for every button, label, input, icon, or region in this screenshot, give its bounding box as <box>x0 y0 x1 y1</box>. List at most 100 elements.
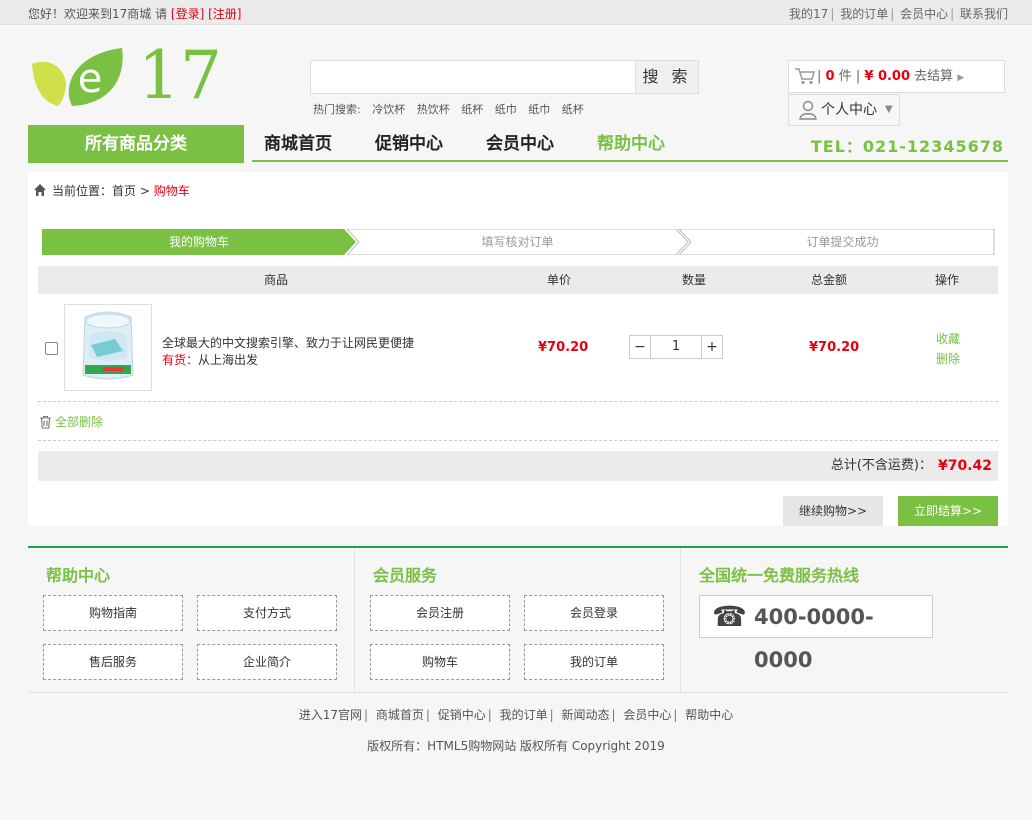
nav-help[interactable]: 帮助中心 <box>597 125 665 161</box>
hot-word[interactable]: 纸巾 <box>495 103 517 116</box>
checkout-steps: 我的购物车 填写核对订单 订单提交成功 <box>42 229 996 255</box>
member-orders[interactable]: 我的订单 <box>524 644 664 680</box>
phone-number: TEL：021-12345678 <box>810 137 1004 156</box>
stock-info: 有货：从上海出发 <box>162 351 258 368</box>
footer-services: 帮助中心 购物指南 支付方式 售后服务 企业简介 会员服务 会员注册 会员登录 … <box>28 546 1008 693</box>
continue-shopping-button[interactable]: 继续购物>> <box>783 496 883 526</box>
mini-cart[interactable]: | 0 件 | ¥ 0.00 去结算 ▶ <box>788 60 1005 93</box>
top-links: 我的17 | 我的订单 | 会员中心 | 联系我们 <box>789 7 1008 21</box>
delete-all-button[interactable]: 全部删除 <box>39 414 103 430</box>
hot-searches: 热门搜索: 冷饮杯 热饮杯 纸杯 纸巾 纸巾 纸杯 <box>313 101 592 117</box>
product-image[interactable] <box>64 304 152 391</box>
favorite-link[interactable]: 收藏 <box>936 330 960 347</box>
footer-link[interactable]: 促销中心 <box>438 708 486 722</box>
leaf-logo-icon: e <box>32 48 123 106</box>
footer-member-column: 会员服务 会员注册 会员登录 购物车 我的订单 <box>354 548 680 693</box>
hot-word[interactable]: 纸杯 <box>461 103 483 116</box>
footer-help-title: 帮助中心 <box>46 566 111 585</box>
footer-link[interactable]: 会员中心 <box>623 708 671 722</box>
footer-link[interactable]: 进入17官网 <box>299 708 362 722</box>
qty-increase-button[interactable]: + <box>701 336 722 358</box>
unit-price: ¥70.20 <box>538 340 589 355</box>
footer-hotline-column: 全国统一免费服务热线 ☎ 400-0000-0000 <box>680 548 1008 693</box>
user-center-label: 个人中心 <box>821 102 877 118</box>
hot-word[interactable]: 纸杯 <box>562 103 584 116</box>
cart-amount: ¥ 0.00 <box>864 69 911 84</box>
cart-count: 0 <box>825 69 835 84</box>
greeting: 您好！欢迎来到17商城 请 <box>28 7 168 21</box>
phone-icon: ☎ <box>712 600 747 633</box>
copyright: 版权所有：HTML5购物网站 版权所有 Copyright 2019 <box>367 739 665 753</box>
footer-link[interactable]: 新闻动态 <box>562 708 610 722</box>
footer-links: 进入17官网 | 商城首页 | 促销中心 | 我的订单 | 新闻动态 | 会员中心 | 帮助… <box>298 708 734 722</box>
caret-right-icon: ▶ <box>957 73 965 83</box>
table-row: 全球最大的中文搜索引擎、致力于让网民更便捷 有货：从上海出发 ¥70.20 − … <box>38 294 998 402</box>
qty-input[interactable]: 1 <box>651 336 701 358</box>
hot-word[interactable]: 冷饮杯 <box>372 103 405 116</box>
search-input[interactable] <box>311 61 635 93</box>
welcome-text: 您好！欢迎来到17商城 请 [登录] [注册] <box>28 5 242 22</box>
step-order-done: 订单提交成功 <box>806 235 879 249</box>
cart-icon <box>795 68 815 85</box>
logo-number: 17 <box>138 37 222 114</box>
login-link[interactable]: [登录] <box>171 7 204 21</box>
member-register[interactable]: 会员注册 <box>370 595 510 631</box>
help-shopping-guide[interactable]: 购物指南 <box>43 595 183 631</box>
member-login[interactable]: 会员登录 <box>524 595 664 631</box>
cart-panel: 当前位置：首页 > 购物车 我的购物车 填写核对订单 订单提交成功 商品 单价 … <box>28 172 1008 526</box>
mini-cart-text: | 0 件 | ¥ 0.00 去结算 ▶ <box>817 69 965 84</box>
col-price: 单价 <box>547 273 572 287</box>
user-center-dropdown[interactable]: 个人中心 ▼ <box>788 94 900 126</box>
footer-help-column: 帮助中心 购物指南 支付方式 售后服务 企业简介 <box>28 548 354 693</box>
help-payment[interactable]: 支付方式 <box>197 595 337 631</box>
home-icon <box>34 184 46 196</box>
footer-hotline-title: 全国统一免费服务热线 <box>699 566 860 585</box>
cup-pack-icon <box>65 305 151 390</box>
checkout-button[interactable]: 立即结算>> <box>898 496 998 526</box>
row-total: ¥70.20 <box>809 340 860 355</box>
hot-word[interactable]: 热饮杯 <box>417 103 450 116</box>
product-name[interactable]: 全球最大的中文搜索引擎、致力于让网民更便捷 <box>162 334 414 351</box>
help-after-sales[interactable]: 售后服务 <box>43 644 183 680</box>
cart-checkout-link[interactable]: 去结算 <box>914 69 953 84</box>
nav-member[interactable]: 会员中心 <box>486 125 554 161</box>
summary-value: ¥70.42 <box>937 458 992 474</box>
user-icon <box>799 100 817 120</box>
top-link-orders[interactable]: 我的订单 <box>840 7 888 21</box>
trash-icon <box>40 415 51 429</box>
select-checkbox[interactable] <box>45 342 58 355</box>
summary-bar: 总计(不含运费)： ¥70.42 <box>38 451 998 481</box>
top-bar: 您好！欢迎来到17商城 请 [登录] [注册] 我的17 | 我的订单 | 会员中心… <box>0 0 1032 25</box>
member-cart[interactable]: 购物车 <box>370 644 510 680</box>
col-ops: 操作 <box>935 273 960 287</box>
footer-link[interactable]: 商城首页 <box>376 708 424 722</box>
top-link-member[interactable]: 会员中心 <box>900 7 948 21</box>
hotline-box: ☎ 400-0000-0000 <box>699 595 933 672</box>
breadcrumb: 当前位置：首页 > 购物车 <box>33 182 190 200</box>
col-qty: 数量 <box>682 273 707 287</box>
search-button[interactable]: 搜 索 <box>635 61 698 93</box>
register-link[interactable]: [注册] <box>208 7 241 21</box>
footer-link[interactable]: 帮助中心 <box>685 708 733 722</box>
delete-link[interactable]: 删除 <box>936 350 960 367</box>
help-about[interactable]: 企业简介 <box>197 644 337 680</box>
col-total: 总金额 <box>811 273 848 287</box>
footer-link[interactable]: 我的订单 <box>500 708 548 722</box>
nav-home[interactable]: 商城首页 <box>264 125 332 161</box>
qty-decrease-button[interactable]: − <box>630 336 651 358</box>
breadcrumb-current: 购物车 <box>153 184 190 198</box>
stock-label: 有货： <box>162 353 199 367</box>
nav-promotions[interactable]: 促销中心 <box>375 125 443 161</box>
step-fill-order: 填写核对订单 <box>481 235 554 249</box>
breadcrumb-home[interactable]: 首页 <box>112 184 136 198</box>
footer-member-title: 会员服务 <box>373 566 438 585</box>
hot-label: 热门搜索: <box>313 103 361 116</box>
top-link-contact[interactable]: 联系我们 <box>960 7 1008 21</box>
table-header: 商品 单价 数量 总金额 操作 <box>38 266 998 294</box>
search-box: 搜 索 <box>310 60 699 94</box>
divider <box>38 440 998 441</box>
summary-label: 总计(不含运费)： <box>830 458 932 473</box>
top-link-my17[interactable]: 我的17 <box>789 7 828 21</box>
all-categories-button[interactable]: 所有商品分类 <box>28 125 244 163</box>
hot-word[interactable]: 纸巾 <box>528 103 550 116</box>
